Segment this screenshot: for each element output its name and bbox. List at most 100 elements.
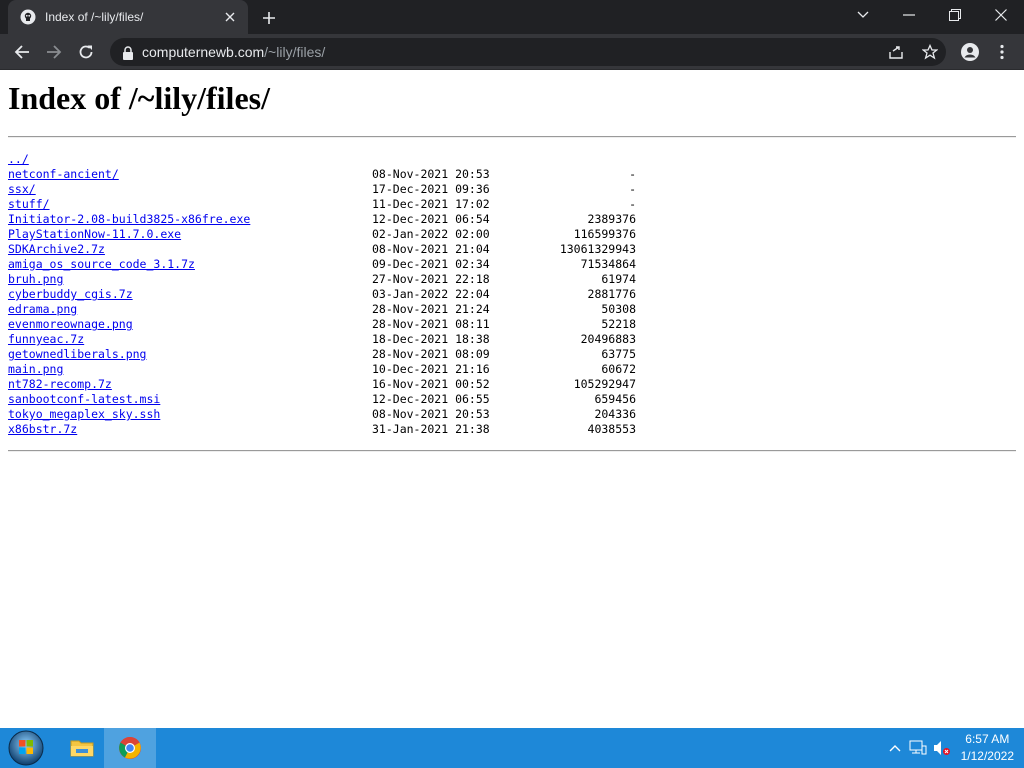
page-content: Index of /~lily/files/ ../ netconf-ancie… bbox=[0, 70, 1024, 728]
windows-orb-icon bbox=[8, 730, 44, 766]
file-date: 28-Nov-2021 08:11 bbox=[372, 317, 490, 331]
page-title: Index of /~lily/files/ bbox=[8, 80, 270, 116]
file-link[interactable]: funnyeac.7z bbox=[8, 332, 84, 347]
file-date: 28-Nov-2021 08:09 bbox=[372, 347, 490, 361]
url-path: /~lily/files/ bbox=[264, 44, 326, 60]
file-date: 16-Nov-2021 00:52 bbox=[372, 377, 490, 391]
file-row: netconf-ancient/08-Nov-2021 20:53 - bbox=[8, 167, 648, 182]
file-link[interactable]: netconf-ancient/ bbox=[8, 167, 119, 182]
chevron-up-icon[interactable] bbox=[885, 738, 905, 758]
file-date: 27-Nov-2021 22:18 bbox=[372, 272, 490, 286]
file-size: 204336 bbox=[594, 407, 636, 421]
file-row: ssx/17-Dec-2021 09:36 - bbox=[8, 182, 648, 197]
file-link[interactable]: edrama.png bbox=[8, 302, 77, 317]
file-date: 11-Dec-2021 17:02 bbox=[372, 197, 490, 211]
file-size: 60672 bbox=[601, 362, 636, 376]
file-row: cyberbuddy_cgis.7z 03-Jan-2022 22:04 28817… bbox=[8, 287, 648, 302]
file-link[interactable]: cyberbuddy_cgis.7z bbox=[8, 287, 133, 302]
pirate-flag-icon bbox=[20, 9, 36, 25]
file-row: main.png 10-Dec-2021 21:16 60672 bbox=[8, 362, 648, 377]
file-row: nt782-recomp.7z 16-Nov-2021 00:52 10529294… bbox=[8, 377, 648, 392]
chrome-icon bbox=[119, 737, 141, 759]
file-size: 13061329943 bbox=[559, 242, 636, 256]
divider-top bbox=[8, 136, 1016, 138]
file-date: 12-Dec-2021 06:54 bbox=[372, 212, 490, 226]
plus-icon[interactable] bbox=[258, 7, 280, 29]
file-listing: ../ netconf-ancient/08-Nov-2021 20:53- ss… bbox=[8, 152, 648, 437]
file-date: 28-Nov-2021 21:24 bbox=[372, 302, 490, 316]
share-icon[interactable] bbox=[886, 42, 906, 62]
file-size: 20496883 bbox=[580, 332, 636, 346]
file-link[interactable]: evenmoreownage.png bbox=[8, 317, 133, 332]
file-size: 4038553 bbox=[587, 422, 636, 436]
kebab-menu-icon[interactable] bbox=[988, 38, 1016, 66]
file-size: 659456 bbox=[594, 392, 636, 406]
file-row: SDKArchive2.7z 08-Nov-2021 21:04 130613299… bbox=[8, 242, 648, 257]
file-size: - bbox=[629, 182, 636, 196]
file-link[interactable]: x86bstr.7z bbox=[8, 422, 77, 437]
file-size: - bbox=[629, 167, 636, 181]
file-row: x86bstr.7z 31-Jan-2021 21:38 4038553 bbox=[8, 422, 648, 437]
star-icon[interactable] bbox=[920, 42, 940, 62]
file-date: 12-Dec-2021 06:55 bbox=[372, 392, 490, 406]
address-url: computernewb.com/~lily/files/ bbox=[142, 44, 325, 60]
file-size: 50308 bbox=[601, 302, 636, 316]
clock-time: 6:57 AM bbox=[965, 732, 1010, 746]
profile-icon[interactable] bbox=[956, 38, 984, 66]
file-link[interactable]: PlayStationNow-11.7.0.exe bbox=[8, 227, 181, 242]
file-date: 10-Dec-2021 21:16 bbox=[372, 362, 490, 376]
volume-muted-icon[interactable] bbox=[932, 738, 952, 758]
back-arrow-icon[interactable] bbox=[8, 38, 36, 66]
system-clock[interactable]: 6:57 AM 1/12/2022 bbox=[961, 731, 1014, 765]
reload-icon[interactable] bbox=[72, 38, 100, 66]
file-row: funnyeac.7z 18-Dec-2021 18:38 20496883 bbox=[8, 332, 648, 347]
browser-tab-active[interactable]: Index of /~lily/files/ bbox=[8, 0, 248, 34]
file-row: PlayStationNow-11.7.0.exe 02-Jan-2022 02:… bbox=[8, 227, 648, 242]
start-button[interactable] bbox=[6, 729, 46, 767]
file-row: sanbootconf-latest.msi 12-Dec-2021 06:55 6… bbox=[8, 392, 648, 407]
file-date: 08-Nov-2021 21:04 bbox=[372, 242, 490, 256]
file-date: 02-Jan-2022 02:00 bbox=[372, 227, 490, 241]
file-link[interactable]: nt782-recomp.7z bbox=[8, 377, 112, 392]
file-size: 116599376 bbox=[573, 227, 636, 241]
file-row: amiga_os_source_code_3.1.7z 09-Dec-2021 0… bbox=[8, 257, 648, 272]
file-date: 08-Nov-2021 20:53 bbox=[372, 407, 490, 421]
file-size: 52218 bbox=[601, 317, 636, 331]
minimize-icon[interactable] bbox=[886, 0, 932, 30]
close-icon[interactable] bbox=[220, 7, 240, 27]
file-date: 09-Dec-2021 02:34 bbox=[372, 257, 490, 271]
folder-icon bbox=[70, 740, 94, 757]
file-row: edrama.png 28-Nov-2021 21:24 50308 bbox=[8, 302, 648, 317]
chrome-taskbar-button[interactable] bbox=[104, 728, 156, 768]
file-link[interactable]: amiga_os_source_code_3.1.7z bbox=[8, 257, 195, 272]
lock-icon[interactable] bbox=[122, 45, 134, 60]
file-size: 61974 bbox=[601, 272, 636, 286]
file-link[interactable]: SDKArchive2.7z bbox=[8, 242, 105, 257]
file-explorer-taskbar-button[interactable] bbox=[56, 728, 108, 768]
forward-arrow-icon[interactable] bbox=[40, 38, 68, 66]
file-row: stuff/11-Dec-2021 17:02 - bbox=[8, 197, 648, 212]
chevron-down-icon[interactable] bbox=[840, 0, 886, 30]
network-icon[interactable] bbox=[908, 738, 928, 758]
clock-date: 1/12/2022 bbox=[960, 749, 1014, 763]
file-size: 2389376 bbox=[587, 212, 636, 226]
file-link[interactable]: ssx/ bbox=[8, 182, 36, 197]
file-link[interactable]: main.png bbox=[8, 362, 63, 377]
file-link[interactable]: bruh.png bbox=[8, 272, 63, 287]
file-link[interactable]: Initiator-2.08-build3825-x86fre.exe bbox=[8, 212, 250, 227]
file-link[interactable]: sanbootconf-latest.msi bbox=[8, 392, 160, 407]
file-date: 17-Dec-2021 09:36 bbox=[372, 182, 490, 196]
file-date: 03-Jan-2022 22:04 bbox=[372, 287, 490, 301]
file-row: getownedliberals.png 28-Nov-2021 08:09 637… bbox=[8, 347, 648, 362]
parent-directory-link[interactable]: ../ bbox=[8, 152, 29, 167]
file-link[interactable]: stuff/ bbox=[8, 197, 50, 212]
window-close-icon[interactable] bbox=[978, 0, 1024, 30]
address-bar[interactable]: computernewb.com/~lily/files/ bbox=[110, 38, 946, 66]
restore-icon[interactable] bbox=[932, 0, 978, 30]
file-link[interactable]: tokyo_megaplex_sky.ssh bbox=[8, 407, 160, 422]
file-date: 08-Nov-2021 20:53 bbox=[372, 167, 490, 181]
file-size: 63775 bbox=[601, 347, 636, 361]
file-link[interactable]: getownedliberals.png bbox=[8, 347, 146, 362]
parent-directory-row: ../ bbox=[8, 152, 648, 167]
file-size: 105292947 bbox=[573, 377, 636, 391]
